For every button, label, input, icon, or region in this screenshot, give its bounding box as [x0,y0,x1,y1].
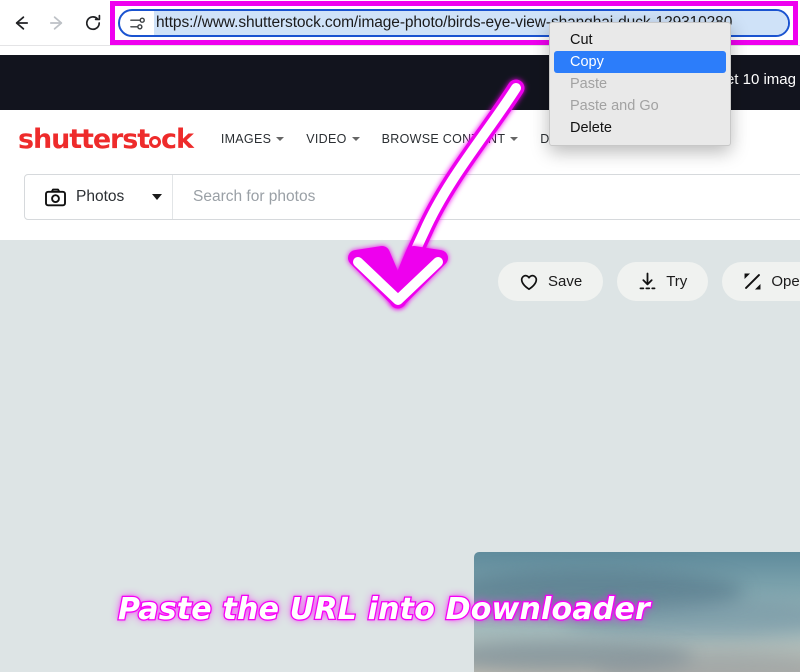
context-menu-item-cut[interactable]: Cut [554,29,726,51]
logo-text-after: ck [161,123,194,155]
context-menu-item-paste: Paste [570,76,608,92]
nav-item-video-label: VIDEO [306,132,347,146]
annotation-text: Paste the URL into Downloader [117,591,651,629]
forward-arrow-icon [49,15,63,30]
reload-icon [85,14,101,30]
forward-button[interactable] [42,8,72,38]
search-category-dropdown[interactable]: Photos [25,175,173,219]
search-input[interactable]: Search for photos [173,188,315,206]
context-menu-item-copy[interactable]: Copy [554,51,726,73]
nav-item-browse-content[interactable]: BROWSE CONTENT [382,132,519,146]
search-bar: Photos Search for photos [24,174,800,220]
back-button[interactable] [6,8,36,38]
chevron-down-icon [152,194,163,200]
logo-ring-icon [149,136,162,148]
logo-text-before: shutterst [18,123,150,155]
open-in-creative-button-label: Open in Cr [771,273,800,290]
image-actions: Save Try Open in Cr [498,262,800,301]
context-menu-item-paste-and-go: Paste and Go [570,98,659,114]
save-button[interactable]: Save [498,262,604,301]
camera-icon [45,188,66,206]
nav-item-video[interactable]: VIDEO [306,132,360,146]
chevron-down-icon [351,137,360,141]
edit-image-icon [744,273,761,290]
chevron-down-icon [510,137,519,141]
site-settings-button[interactable] [120,15,154,32]
try-button[interactable]: Try [617,262,709,301]
try-button-label: Try [666,273,688,290]
back-arrow-icon [15,15,29,30]
save-button-label: Save [548,273,583,290]
nav-item-browse-content-label: BROWSE CONTENT [381,132,506,146]
chevron-down-icon [276,137,285,141]
screenshot-root: https://www.shutterstock.com/image-photo… [0,0,800,672]
context-menu: Cut Copy Paste Paste and Go Delete [549,22,731,146]
download-icon [639,272,656,290]
open-in-creative-button[interactable]: Open in Cr [722,262,800,301]
image-detail-area: shutte Paste the URL into Downloader [0,240,800,672]
search-category-label: Photos [76,188,125,205]
shutterstock-logo[interactable]: shutterst ck [18,123,194,155]
site-nav: IMAGES VIDEO BROWSE CONTENT DES [221,132,567,146]
context-menu-item-delete[interactable]: Delete [554,117,726,139]
nav-item-images[interactable]: IMAGES [220,132,285,146]
tune-sliders-icon [129,17,145,29]
nav-item-images-label: IMAGES [220,132,272,146]
reload-button[interactable] [78,8,108,38]
heart-icon [520,274,538,290]
